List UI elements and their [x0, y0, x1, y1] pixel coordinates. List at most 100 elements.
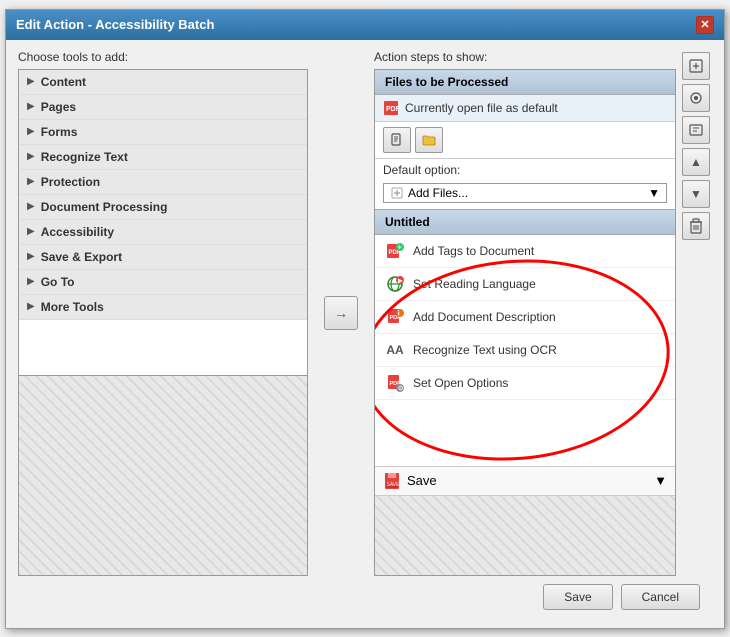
- action-item-add-tags[interactable]: PDF + Add Tags to Document: [375, 235, 675, 268]
- sidebar-action-btn-2[interactable]: [682, 84, 710, 112]
- right-area: Action steps to show: Files to be Proces…: [374, 50, 712, 576]
- new-file-button[interactable]: [383, 127, 411, 153]
- sidebar-item-more-tools[interactable]: ▶ More Tools: [19, 295, 307, 320]
- bottom-actions: Save Cancel: [18, 576, 712, 618]
- sidebar-action-btn-1[interactable]: [682, 52, 710, 80]
- close-button[interactable]: ✕: [696, 16, 714, 34]
- sidebar-item-document-processing[interactable]: ▶ Document Processing: [19, 195, 307, 220]
- arrow-icon: ▶: [27, 76, 35, 87]
- sidebar-item-label: Pages: [41, 100, 76, 114]
- svg-text:PDF: PDF: [386, 106, 399, 113]
- svg-text:⚙: ⚙: [398, 384, 404, 392]
- sidebar-action-btn-3[interactable]: [682, 116, 710, 144]
- add-arrow-button[interactable]: →: [324, 296, 358, 330]
- recognize-ocr-icon: AA: [385, 340, 405, 360]
- sidebar-item-content[interactable]: ▶ Content: [19, 70, 307, 95]
- sidebar-delete-button[interactable]: [682, 212, 710, 240]
- sidebar-item-save-export[interactable]: ▶ Save & Export: [19, 245, 307, 270]
- arrow-icon: ▶: [27, 126, 35, 137]
- sidebar-item-label: Go To: [41, 275, 75, 289]
- files-section: Files to be Processed PDF Currently open…: [375, 70, 675, 210]
- sidebar-item-accessibility[interactable]: ▶ Accessibility: [19, 220, 307, 245]
- arrow-icon: ▶: [27, 301, 35, 312]
- action-item-label: Add Tags to Document: [413, 244, 534, 258]
- svg-text:SAVE: SAVE: [387, 482, 401, 488]
- sidebar-icon-3: [688, 122, 704, 138]
- dialog-body: Choose tools to add: ▶ Content ▶ Pages ▶…: [6, 40, 724, 628]
- trash-icon: [689, 218, 703, 234]
- dialog: Edit Action - Accessibility Batch ✕ Choo…: [5, 9, 725, 629]
- sidebar-move-up-button[interactable]: ▲: [682, 148, 710, 176]
- bottom-hatched-area: [375, 495, 675, 575]
- svg-text:+: +: [398, 244, 402, 251]
- sidebar-move-down-button[interactable]: ▼: [682, 180, 710, 208]
- left-panel-bottom: [18, 376, 308, 576]
- sidebar-item-label: Forms: [41, 125, 78, 139]
- untitled-section: Untitled PDF: [375, 210, 675, 575]
- action-item-recognize-ocr[interactable]: AA Recognize Text using OCR: [375, 334, 675, 367]
- right-section: Action steps to show: Files to be Proces…: [374, 50, 676, 576]
- sidebar-item-label: Content: [41, 75, 86, 89]
- arrow-icon: ▶: [27, 176, 35, 187]
- sidebar-icon-2: [688, 90, 704, 106]
- save-button[interactable]: Save: [543, 584, 612, 610]
- add-tags-icon: PDF +: [385, 241, 405, 261]
- save-dropdown-arrow[interactable]: ▼: [654, 473, 667, 488]
- folder-icon: [422, 133, 436, 147]
- cancel-button[interactable]: Cancel: [621, 584, 700, 610]
- sidebar-item-forms[interactable]: ▶ Forms: [19, 120, 307, 145]
- sidebar-item-label: Protection: [41, 175, 100, 189]
- reading-language-icon: ▶: [385, 274, 405, 294]
- currently-open-label: Currently open file as default: [405, 101, 558, 115]
- title-bar: Edit Action - Accessibility Batch ✕: [6, 10, 724, 40]
- sidebar-item-label: Recognize Text: [41, 150, 128, 164]
- action-item-add-doc-description[interactable]: PDF i Add Document Description: [375, 301, 675, 334]
- right-panel-label: Action steps to show:: [374, 50, 676, 64]
- sidebar-item-label: Save & Export: [41, 250, 122, 264]
- svg-text:▶: ▶: [397, 277, 403, 284]
- pdf-icon: PDF: [383, 100, 399, 116]
- arrow-icon: ▶: [27, 276, 35, 287]
- file-buttons-row: [375, 122, 675, 159]
- action-item-set-open-options[interactable]: PDF ⚙ Set Open Options: [375, 367, 675, 400]
- sidebar-item-label: Document Processing: [41, 200, 168, 214]
- default-option-row: Default option:: [375, 159, 675, 181]
- add-files-label: Add Files...: [408, 186, 468, 200]
- arrow-icon: ▶: [27, 226, 35, 237]
- dialog-title: Edit Action - Accessibility Batch: [16, 17, 214, 32]
- open-folder-button[interactable]: [415, 127, 443, 153]
- tools-list: ▶ Content ▶ Pages ▶ Forms ▶ Recognize Te…: [18, 69, 308, 376]
- untitled-header: Untitled: [375, 210, 675, 235]
- main-area: Choose tools to add: ▶ Content ▶ Pages ▶…: [18, 50, 712, 576]
- add-files-icon: [390, 186, 404, 200]
- save-item-label: Save: [407, 473, 437, 488]
- save-icon: SAVE: [383, 472, 401, 490]
- arrow-icon: ▶: [27, 251, 35, 262]
- svg-text:i: i: [398, 310, 400, 317]
- dropdown-arrow-icon: ▼: [648, 186, 660, 200]
- action-item-label: Set Open Options: [413, 376, 508, 390]
- right-sidebar: ▲ ▼: [682, 50, 712, 576]
- action-item-set-reading-language[interactable]: ▶ Set Reading Language: [375, 268, 675, 301]
- save-item[interactable]: SAVE Save: [383, 472, 437, 490]
- left-panel-label: Choose tools to add:: [18, 50, 308, 64]
- action-items-list: PDF + Add Tags to Document: [375, 235, 675, 466]
- doc-description-icon: PDF i: [385, 307, 405, 327]
- files-section-header: Files to be Processed: [375, 70, 675, 95]
- add-files-dropdown[interactable]: Add Files... ▼: [383, 183, 667, 203]
- arrow-icon: ▶: [27, 201, 35, 212]
- left-panel: Choose tools to add: ▶ Content ▶ Pages ▶…: [18, 50, 308, 576]
- sidebar-item-label: More Tools: [41, 300, 104, 314]
- add-files-content: Add Files...: [390, 186, 468, 200]
- currently-open-row[interactable]: PDF Currently open file as default: [375, 95, 675, 122]
- sidebar-item-protection[interactable]: ▶ Protection: [19, 170, 307, 195]
- sidebar-item-pages[interactable]: ▶ Pages: [19, 95, 307, 120]
- default-option-label: Default option:: [383, 163, 460, 177]
- sidebar-item-recognize-text[interactable]: ▶ Recognize Text: [19, 145, 307, 170]
- arrow-icon: ▶: [27, 101, 35, 112]
- right-content: Files to be Processed PDF Currently open…: [374, 69, 676, 576]
- arrow-icon: ▶: [27, 151, 35, 162]
- set-open-options-icon: PDF ⚙: [385, 373, 405, 393]
- sidebar-item-go-to[interactable]: ▶ Go To: [19, 270, 307, 295]
- action-item-label: Set Reading Language: [413, 277, 536, 291]
